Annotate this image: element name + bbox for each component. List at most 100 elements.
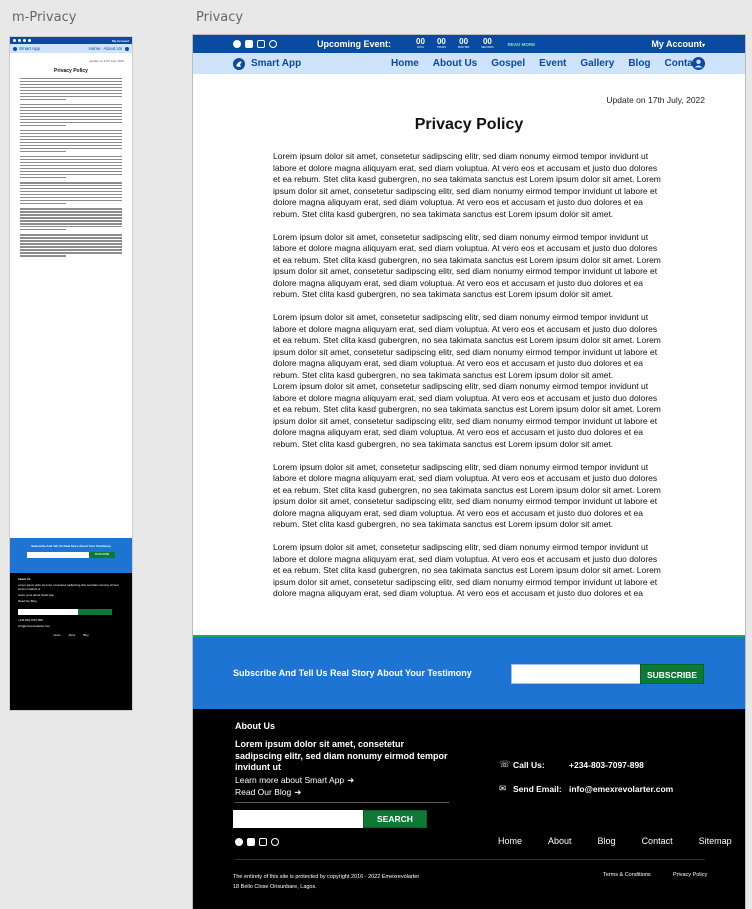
mobile-text-line bbox=[20, 223, 122, 225]
learn-more-link[interactable]: Learn more about Smart App ➜ bbox=[235, 775, 354, 786]
mobile-footer-home[interactable]: Home bbox=[54, 634, 61, 637]
whatsapp-icon[interactable] bbox=[269, 40, 277, 48]
read-blog-link[interactable]: Read Our Blog ➜ bbox=[235, 787, 301, 798]
arrow-right-icon: ➜ bbox=[294, 787, 302, 797]
footer-link-sitemap[interactable]: Sitemap bbox=[699, 836, 732, 846]
my-account-label: My Account bbox=[651, 39, 702, 49]
nav-gallery[interactable]: Gallery bbox=[580, 58, 614, 69]
nav-about-us[interactable]: About Us bbox=[433, 58, 477, 69]
subscribe-button[interactable]: SUBSCRIBE bbox=[640, 664, 704, 684]
mobile-text-line bbox=[20, 255, 66, 257]
mobile-text-line bbox=[20, 145, 122, 147]
countdown-seconds: 00 SECONDS bbox=[481, 38, 493, 50]
facebook-icon[interactable] bbox=[235, 838, 243, 846]
mobile-search-button[interactable] bbox=[78, 609, 112, 615]
mobile-text-line bbox=[20, 159, 122, 161]
mobile-brand[interactable]: Smart App bbox=[13, 46, 40, 51]
mobile-text-line bbox=[20, 107, 122, 109]
chevron-down-icon: ▾ bbox=[701, 43, 705, 49]
mobile-nav-about[interactable]: About Us bbox=[103, 46, 122, 51]
nav-blog[interactable]: Blog bbox=[628, 58, 650, 69]
mobile-frame[interactable]: My Account Smart App Home About Us Updat… bbox=[10, 37, 132, 710]
mobile-text-line bbox=[20, 214, 122, 216]
mobile-text-line bbox=[20, 113, 122, 115]
countdown-unit: HOURS bbox=[436, 46, 446, 50]
call-us-value[interactable]: +234-803-7097-898 bbox=[569, 760, 644, 770]
instagram-icon[interactable] bbox=[259, 838, 267, 846]
facebook-icon[interactable] bbox=[13, 39, 16, 42]
mobile-text-line bbox=[20, 191, 122, 193]
policy-paragraph: Lorem ipsum dolor sit amet, consetetur s… bbox=[273, 461, 661, 530]
mobile-text-line bbox=[20, 136, 122, 138]
nav-gospel[interactable]: Gospel bbox=[491, 58, 525, 69]
mobile-account[interactable]: My Account bbox=[112, 39, 129, 43]
my-account-dropdown[interactable]: My Account▾ bbox=[651, 39, 705, 49]
arrow-right-icon: ➜ bbox=[347, 775, 355, 785]
mobile-text-line bbox=[20, 185, 122, 187]
mobile-footer-about[interactable]: About bbox=[68, 634, 75, 637]
mobile-content bbox=[10, 78, 132, 257]
mobile-subscribe-section: Subscribe And Tell Us Real Story About Y… bbox=[10, 538, 132, 573]
countdown-value: 00 bbox=[436, 37, 446, 47]
mobile-brand-label: Smart App bbox=[19, 46, 41, 51]
mobile-text-line bbox=[20, 171, 122, 173]
whatsapp-icon[interactable] bbox=[271, 838, 279, 846]
mobile-text-line bbox=[20, 182, 122, 184]
copyright-text: The entirety of this site is protected b… bbox=[233, 874, 420, 880]
mobile-footer-blog[interactable]: Blog bbox=[83, 634, 88, 637]
top-bar: Upcoming Event: 00 DAYS 00 HOURS 00 MINUTES… bbox=[193, 35, 745, 53]
mobile-text-line bbox=[20, 151, 66, 153]
mobile-subscribe-input[interactable] bbox=[27, 552, 89, 558]
footer-link-blog[interactable]: Blog bbox=[598, 836, 616, 846]
mobile-text-line bbox=[20, 148, 122, 150]
footer-link-contact[interactable]: Contact bbox=[642, 836, 673, 846]
learn-more-label: Learn more about Smart App bbox=[235, 775, 345, 785]
mobile-text-line bbox=[20, 124, 66, 127]
mobile-text-line bbox=[20, 177, 66, 179]
mobile-text-line bbox=[20, 188, 122, 190]
youtube-icon[interactable] bbox=[18, 39, 21, 42]
nav-home[interactable]: Home bbox=[391, 58, 419, 69]
mobile-paragraph bbox=[20, 104, 122, 127]
mobile-paragraph bbox=[20, 78, 122, 101]
terms-link[interactable]: Terms & Conditions bbox=[603, 872, 651, 878]
youtube-icon[interactable] bbox=[247, 838, 255, 846]
facebook-icon[interactable] bbox=[233, 40, 241, 48]
brand[interactable]: Smart App bbox=[233, 57, 301, 70]
update-date: Update on 17th July, 2022 bbox=[606, 95, 705, 105]
user-icon[interactable] bbox=[692, 57, 705, 70]
main-navbar: Smart App Home About Us Gospel Event Gal… bbox=[193, 53, 745, 74]
footer-link-home[interactable]: Home bbox=[498, 836, 522, 846]
whatsapp-icon[interactable] bbox=[28, 39, 31, 42]
footer-search-input[interactable] bbox=[233, 810, 363, 828]
mobile-search-input[interactable] bbox=[18, 609, 78, 615]
mobile-nav-links: Home About Us bbox=[88, 46, 129, 51]
mobile-nav-home[interactable]: Home bbox=[88, 46, 100, 51]
read-more-link[interactable]: READ MORE bbox=[508, 42, 536, 47]
send-email-value[interactable]: info@emexrevolarter.com bbox=[569, 784, 673, 794]
youtube-icon[interactable] bbox=[245, 40, 253, 48]
mobile-social-icons bbox=[13, 39, 31, 42]
copyright: The entirety of this site is protected b… bbox=[233, 872, 419, 892]
mobile-paragraph bbox=[20, 182, 122, 205]
policy-paragraph: Lorem ipsum dolor sit amet, consetetur s… bbox=[273, 151, 661, 219]
footer-divider bbox=[235, 859, 705, 860]
footer-search-button[interactable]: SEARCH bbox=[363, 810, 427, 828]
user-icon[interactable] bbox=[125, 46, 129, 51]
subscribe-text: Subscribe And Tell Us Real Story About Y… bbox=[233, 668, 472, 678]
instagram-icon[interactable] bbox=[23, 39, 26, 42]
mobile-text-line bbox=[20, 121, 122, 124]
subscribe-email-input[interactable] bbox=[511, 664, 641, 684]
mobile-subscribe-text: Subscribe And Tell Us Real Story About Y… bbox=[31, 544, 111, 548]
mobile-read-blog[interactable]: Read Our Blog bbox=[18, 599, 124, 603]
nav-event[interactable]: Event bbox=[539, 58, 566, 69]
address-text: 18 Bello Close Orisunbare, Lagos. bbox=[233, 884, 317, 890]
mobile-learn-more[interactable]: Learn more about Smart App bbox=[18, 593, 124, 597]
mobile-subscribe-button[interactable]: SUBSCRIBE bbox=[89, 552, 115, 558]
mobile-text-line bbox=[20, 130, 122, 132]
privacy-link[interactable]: Privacy Policy bbox=[673, 872, 707, 878]
footer-link-about[interactable]: About bbox=[548, 836, 572, 846]
mobile-text-line bbox=[20, 200, 122, 202]
instagram-icon[interactable] bbox=[257, 40, 265, 48]
desktop-frame-label: Privacy bbox=[196, 10, 244, 25]
